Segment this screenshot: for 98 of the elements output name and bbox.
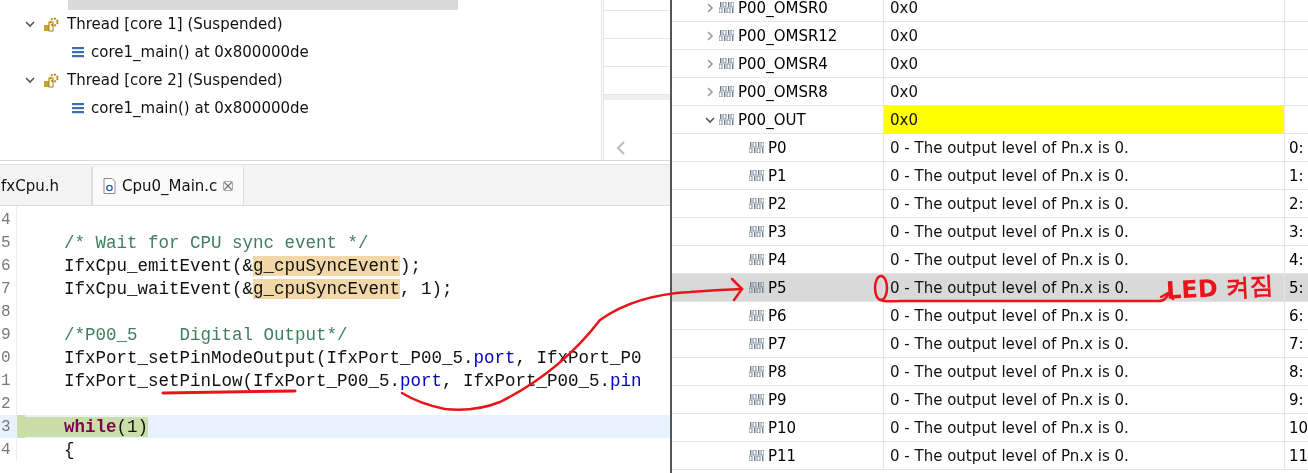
register-name[interactable]: P00_OUT [738, 110, 806, 129]
table-cell: 10 [1289, 418, 1308, 437]
binary-icon [719, 30, 734, 41]
binary-icon [749, 142, 764, 153]
binary-icon [749, 394, 764, 405]
table-cell: 0: [1289, 138, 1304, 157]
table-cell: 9: [1289, 390, 1304, 409]
table-cell: 7: [1289, 334, 1304, 353]
close-icon[interactable] [223, 181, 234, 191]
collapse-chevron-icon[interactable] [25, 19, 35, 29]
value-cell: 0 - The output level of Pn.x is 0. [884, 134, 1285, 161]
code-line: IfxCpu_waitEvent(&g_cpuSyncEvent, 1); [63, 278, 453, 299]
line-number: 9 [0, 325, 12, 344]
register-name[interactable]: P00_OMSR8 [738, 82, 828, 101]
code-line: { [63, 439, 75, 460]
value-cell: 0 - The output level of Pn.x is 0. [884, 414, 1285, 441]
binary-icon [749, 226, 764, 237]
binary-icon [749, 170, 764, 181]
value-cell: 0 - The output level of Pn.x is 0. [884, 246, 1285, 273]
bit-field-name[interactable]: P3 [768, 222, 787, 241]
bit-field-name[interactable]: P10 [768, 418, 797, 437]
register-name[interactable]: P00_OMSR0 [738, 0, 828, 17]
bit-field-name[interactable]: P8 [768, 362, 787, 381]
binary-icon [749, 422, 764, 433]
expand-chevron-icon[interactable] [705, 2, 715, 13]
value-cell: 0x0 [884, 78, 1285, 105]
scroll-left-icon[interactable] [616, 141, 626, 155]
collapse-chevron-icon[interactable] [25, 75, 35, 85]
register-name[interactable]: P00_OMSR4 [738, 54, 828, 73]
value-cell: 0 - The output level of Pn.x is 0. [884, 330, 1285, 357]
expand-chevron-icon[interactable] [705, 30, 715, 41]
bit-field-name[interactable]: P7 [768, 334, 787, 353]
table-cell: 6: [1289, 306, 1304, 325]
table-cell: 5: [1289, 278, 1304, 297]
value-cell: 0 - The output level of Pn.x is 0. [884, 190, 1285, 217]
value-cell: 0 - The output level of Pn.x is 0. [884, 386, 1285, 413]
binary-icon [719, 58, 734, 69]
bit-field-name[interactable]: P6 [768, 306, 787, 325]
value-cell: 0 - The output level of Pn.x is 0. [884, 162, 1285, 189]
editor-tab[interactable]: Cpu0_Main.c [92, 167, 245, 205]
line-number: 5 [0, 233, 12, 252]
code-line: /* Wait for CPU sync event */ [63, 232, 369, 253]
value-cell: 0 - The output level of Pn.x is 0. [884, 358, 1285, 385]
bit-field-name[interactable]: P11 [768, 446, 797, 465]
bit-field-name[interactable]: P5 [768, 278, 787, 297]
thread-label[interactable]: Thread [core 2] (Suspended) [67, 71, 283, 89]
binary-icon [749, 254, 764, 265]
bit-field-name[interactable]: P2 [768, 194, 787, 213]
value-cell: 0 - The output level of Pn.x is 0. [884, 218, 1285, 245]
stack-frame-label[interactable]: core1_main() at 0x800000de [91, 99, 309, 117]
register-name[interactable]: P00_OMSR12 [738, 26, 838, 45]
line-number: 3 [0, 417, 12, 436]
line-number: 4 [0, 210, 12, 229]
binary-icon [749, 198, 764, 209]
code-line: /*P00_5 Digital Output*/ [63, 324, 348, 345]
bit-field-name[interactable]: P0 [768, 138, 787, 157]
value-cell: 0x0 [884, 22, 1285, 49]
collapse-chevron-icon[interactable] [705, 114, 715, 125]
line-number: 8 [0, 302, 12, 321]
binary-icon [749, 338, 764, 349]
table-cell: 3: [1289, 222, 1304, 241]
table-cell: 4: [1289, 250, 1304, 269]
binary-icon [719, 86, 734, 97]
table-cell: 2: [1289, 194, 1304, 213]
line-number: 6 [0, 256, 12, 275]
line-number: 1 [0, 371, 12, 390]
thread-icon [43, 16, 59, 32]
thread-label[interactable]: Thread [core 1] (Suspended) [67, 15, 283, 33]
binary-icon [719, 114, 734, 125]
stack-frame-label[interactable]: core1_main() at 0x800000de [91, 43, 309, 61]
expand-chevron-icon[interactable] [705, 58, 715, 69]
line-number: 7 [0, 279, 12, 298]
table-cell: 11 [1289, 446, 1308, 465]
binary-icon [749, 282, 764, 293]
code-line: IfxCpu_emitEvent(&g_cpuSyncEvent); [63, 255, 422, 276]
circle-mark [873, 274, 889, 302]
value-cell: 0x0 [884, 106, 1285, 133]
stack-frame-icon [72, 46, 84, 58]
binary-icon [749, 366, 764, 377]
bit-field-name[interactable]: P4 [768, 250, 787, 269]
value-cell: 0x0 [884, 0, 1285, 21]
bit-field-name[interactable]: P1 [768, 166, 787, 185]
binary-icon [719, 2, 734, 13]
binary-icon [749, 310, 764, 321]
line-number: 0 [0, 348, 12, 367]
stack-frame-icon [72, 102, 84, 114]
table-cell: 8: [1289, 362, 1304, 381]
value-cell: 0 - The output level of Pn.x is 0. [884, 302, 1285, 329]
c-file-icon [103, 178, 116, 194]
bit-field-name[interactable]: P9 [768, 390, 787, 409]
binary-icon [749, 450, 764, 461]
expand-chevron-icon[interactable] [705, 86, 715, 97]
line-number: 2 [0, 394, 12, 413]
table-cell: 1: [1289, 166, 1304, 185]
value-cell: 0 - The output level of Pn.x is 0. [884, 442, 1285, 469]
line-number: 4 [0, 440, 12, 459]
thread-icon [43, 72, 59, 88]
value-cell: 0x0 [884, 50, 1285, 77]
